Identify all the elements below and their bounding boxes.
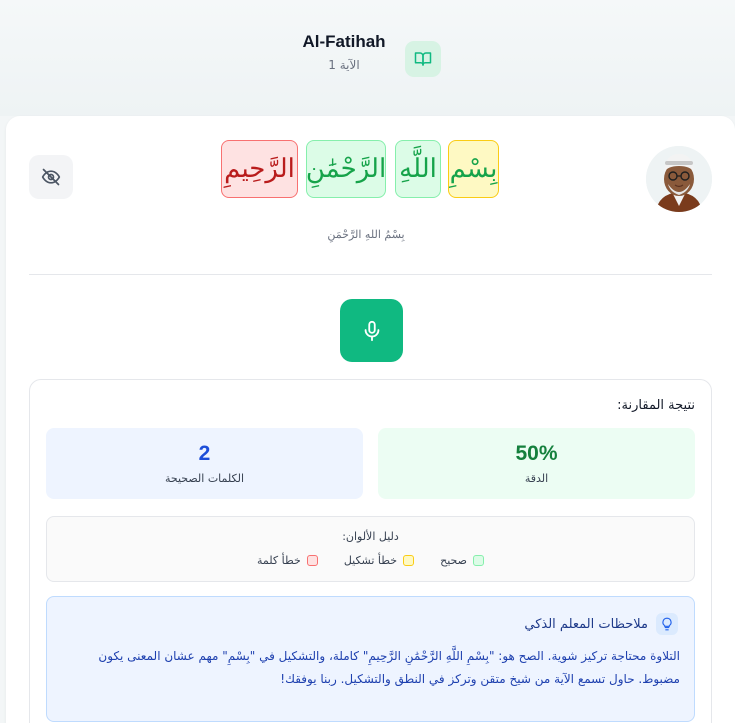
accuracy-stat: 50% الدقة [378,428,695,499]
ai-teacher-notes: ملاحظات المعلم الذكي التلاوة محتاجة تركي… [46,596,695,722]
toggle-text-visibility-button[interactable] [29,155,73,199]
legend-item-word-error: خطأ كلمة [257,554,318,567]
results-title: نتيجة المقارنة: [617,398,695,413]
correct-words-stat: 2 الكلمات الصحيحة [46,428,363,499]
notes-body: التلاوة محتاجة تركيز شوية. الصح هو: "بِس… [98,649,680,686]
recitation-card: بِسْمِ اللَّهِ الرَّحْمَٰنِ الرَّحِيمِ ب… [6,116,735,723]
color-legend: دليل الألوان: صحيح خطأ تشكيل خطأ كلمة [46,516,695,582]
lightbulb-icon [656,613,678,635]
comparison-results-panel: نتيجة المقارنة: 50% الدقة 2 الكلمات الصح… [29,379,712,723]
ayah-word-4[interactable]: الرَّحِيمِ [221,140,298,198]
eye-off-icon [41,168,61,186]
legend-item-diacritic-error: خطأ تشكيل [344,554,415,567]
ayah-word-2[interactable]: اللَّهِ [395,140,441,198]
word-error-swatch [306,555,318,566]
ayah-number-label: الآية 1 [328,58,360,72]
correct-words-value: 2 [198,442,211,465]
legend-item-correct: صحيح [440,554,484,567]
surah-title: Al-Fatihah [302,32,386,51]
legend-title: دليل الألوان: [342,530,399,543]
ayah-word-3[interactable]: الرَّحْمَٰنِ [306,140,386,198]
recited-transcription: بِسْمُ اللهِ الرَّحْمَنِ [327,228,405,241]
correct-swatch [472,555,484,566]
accuracy-value: 50% [515,442,558,465]
accuracy-label: الدقة [524,472,549,485]
record-button[interactable] [340,299,403,362]
page-header: Al-Fatihah الآية 1 [0,0,735,116]
notes-title: ملاحظات المعلم الذكي [524,616,648,632]
diacritic-error-swatch [403,555,415,566]
divider [29,274,712,275]
ayah-word-1[interactable]: بِسْمِ [448,140,499,198]
sheikh-avatar [646,146,712,212]
book-open-icon [414,52,432,66]
correct-words-label: الكلمات الصحيحة [164,472,245,485]
microphone-icon [364,320,379,341]
surah-info-button[interactable] [405,41,441,77]
